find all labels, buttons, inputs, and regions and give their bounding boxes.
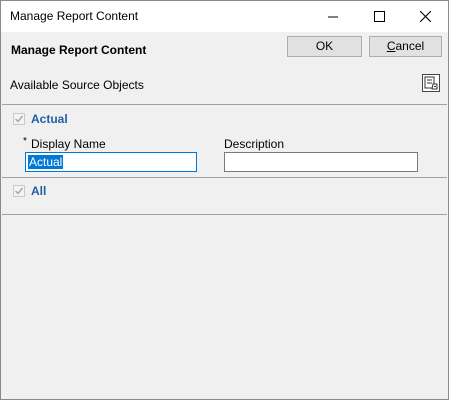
group-name-all: All [31, 184, 47, 198]
required-marker: * [23, 136, 27, 147]
display-name-label: Display Name [31, 137, 106, 151]
title-bar: Manage Report Content [1, 1, 448, 32]
window-title: Manage Report Content [10, 9, 139, 23]
display-name-input[interactable]: Actual [25, 152, 197, 172]
group-checkbox-all[interactable] [13, 185, 25, 197]
dialog-heading: Manage Report Content [11, 43, 147, 57]
cancel-button-label: ancel [395, 39, 425, 53]
minimize-icon [328, 16, 338, 17]
source-objects-panel: Actual * Display Name Actual Description… [2, 104, 447, 215]
check-icon [15, 115, 24, 123]
manage-columns-button[interactable] [422, 74, 440, 92]
maximize-button[interactable] [356, 1, 402, 32]
display-name-value: Actual [28, 155, 64, 169]
minimize-button[interactable] [310, 1, 356, 32]
ok-button-label: OK [315, 39, 334, 53]
close-icon [419, 11, 431, 22]
group-row-actual: Actual [2, 112, 447, 126]
close-button[interactable] [402, 1, 448, 32]
description-input[interactable] [224, 152, 418, 172]
description-label: Description [224, 137, 285, 151]
dialog-window: Manage Report Content Manage Report Cont… [0, 0, 449, 400]
group-divider [2, 177, 447, 178]
check-icon [15, 187, 24, 195]
maximize-icon [373, 11, 385, 22]
group-checkbox-actual[interactable] [13, 113, 25, 125]
cancel-button[interactable]: Cancel [369, 36, 442, 57]
group-row-all: All [2, 184, 447, 198]
source-objects-label: Available Source Objects [10, 78, 144, 92]
ok-button[interactable]: OK [287, 36, 362, 57]
manage-columns-icon [424, 76, 438, 90]
group-name-actual: Actual [31, 112, 68, 126]
